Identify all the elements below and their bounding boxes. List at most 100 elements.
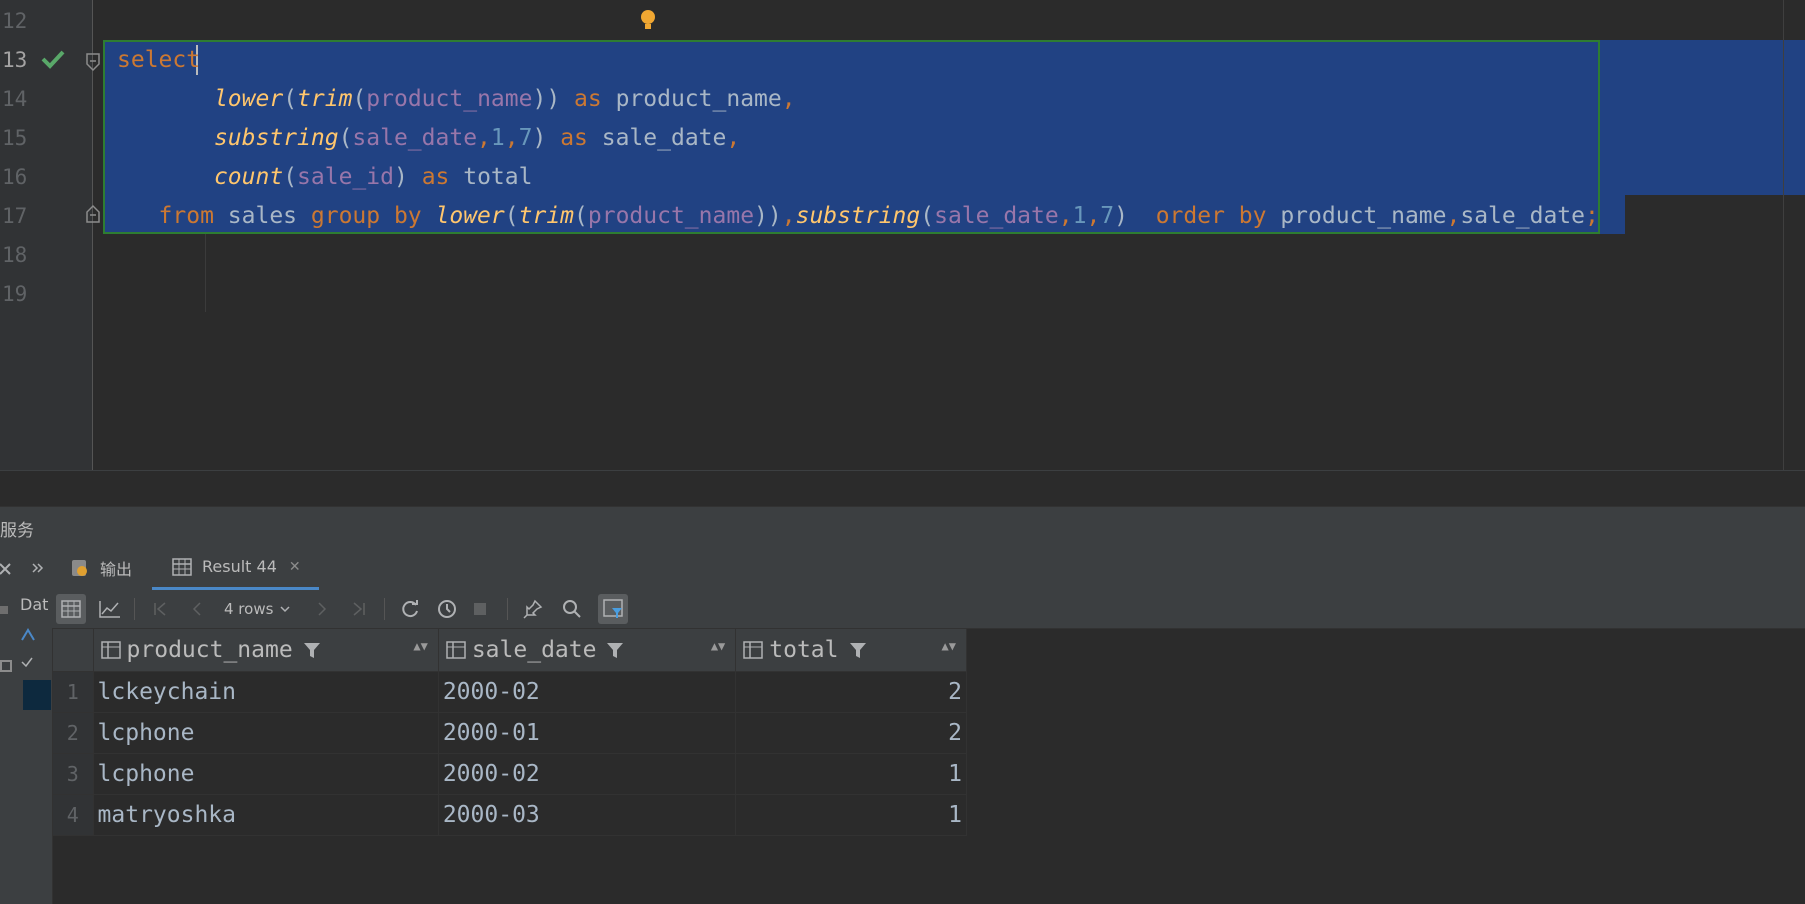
tab-result[interactable]: Result 44 ✕ [152, 546, 319, 590]
tree-node-label[interactable]: Dat [20, 595, 48, 614]
cell-sale-date[interactable]: 2000-02 [437, 671, 737, 713]
toolbar-separator [384, 598, 385, 620]
code-token: ) [1114, 203, 1156, 229]
table-view-button[interactable] [56, 594, 86, 624]
cell-total[interactable]: 1 [735, 753, 967, 795]
line-number: 12 [2, 9, 28, 33]
panel-splitter[interactable] [0, 470, 1805, 507]
cell-sale-date[interactable]: 2000-03 [437, 794, 737, 836]
cell-product-name[interactable]: lcphone [92, 712, 439, 754]
column-icon [743, 641, 764, 659]
code-token: ( [283, 86, 298, 112]
search-button[interactable] [557, 594, 587, 624]
chart-icon [99, 601, 120, 618]
first-page-button[interactable] [145, 594, 175, 624]
toolbar-separator [507, 598, 508, 620]
code-token: count [213, 164, 284, 190]
stop-icon [474, 603, 486, 615]
chevron-left-icon [192, 602, 201, 616]
code-line: from sales group by lower(trim(product_n… [117, 197, 1599, 236]
tab-output[interactable]: 输出 [70, 546, 132, 590]
check-icon [41, 50, 65, 69]
stop-button[interactable] [465, 594, 495, 624]
grid-icon [0, 660, 12, 672]
close-panel-icon[interactable] [0, 560, 14, 578]
column-icon [100, 641, 121, 659]
cell-product-name[interactable]: lcphone [92, 753, 439, 795]
tree-selected-row[interactable] [23, 680, 51, 710]
cell-sale-date[interactable]: 2000-01 [437, 712, 737, 754]
filter-icon[interactable] [606, 641, 624, 659]
services-title: 服务 [0, 521, 34, 541]
last-page-button[interactable] [344, 594, 374, 624]
cell-total[interactable]: 1 [735, 794, 967, 836]
column-header-total[interactable]: total ▲▼ [735, 628, 967, 672]
chevron-double-right-icon[interactable] [30, 560, 46, 576]
code-token: 1 [1072, 203, 1087, 229]
pin-tab-button[interactable] [518, 594, 548, 624]
column-header-label: product_name [126, 637, 293, 663]
code-token: , [504, 125, 519, 151]
first-page-icon [154, 602, 166, 616]
code-token: )) [532, 86, 575, 112]
code-token: , [781, 203, 796, 229]
refresh-button[interactable] [395, 594, 425, 624]
code-token: ( [283, 164, 298, 190]
code-token: ) [393, 164, 422, 190]
rows-count-dropdown[interactable]: 4 rows [224, 590, 291, 628]
column-header-product-name[interactable]: product_name ▲▼ [92, 628, 439, 672]
code-token: substring [213, 125, 339, 151]
clock-icon [438, 600, 456, 618]
lightbulb-icon[interactable] [638, 7, 658, 33]
rows-count-label: 4 rows [224, 600, 274, 618]
table-row[interactable]: 3 lcphone 2000-02 1 [52, 753, 967, 795]
right-margin-guide [1783, 0, 1784, 470]
close-tab-icon[interactable]: ✕ [289, 559, 301, 575]
filter-toggle-button[interactable] [598, 594, 628, 624]
previous-page-button[interactable] [182, 594, 212, 624]
sort-icon[interactable]: ▲▼ [942, 639, 956, 653]
indent-guide [205, 234, 206, 312]
filter-icon[interactable] [303, 641, 321, 659]
code-token: ) [532, 125, 561, 151]
row-number: 4 [52, 794, 94, 836]
code-token: as [421, 164, 450, 190]
column-header-sale-date[interactable]: sale_date ▲▼ [437, 628, 737, 672]
table-row[interactable]: 1 lckeychain 2000-02 2 [52, 671, 967, 713]
cell-sale-date[interactable]: 2000-02 [437, 753, 737, 795]
chart-view-button[interactable] [95, 594, 125, 624]
row-number-header [52, 628, 94, 672]
table-row[interactable]: 2 lcphone 2000-01 2 [52, 712, 967, 754]
code-token: total [449, 164, 533, 190]
code-area[interactable]: select lower(trim(product_name)) as prod… [93, 0, 1805, 470]
line-number: 18 [2, 243, 28, 267]
filter-icon[interactable] [849, 641, 867, 659]
sort-icon[interactable]: ▲▼ [413, 639, 427, 653]
sql-editor[interactable]: 12 13 14 15 16 17 18 19 select lower(tri… [0, 0, 1805, 470]
cell-total[interactable]: 2 [735, 712, 967, 754]
query-icon[interactable] [20, 626, 38, 642]
column-icon [446, 641, 466, 659]
code-token: lower [213, 86, 284, 112]
code-token: order by [1155, 203, 1267, 229]
next-page-button[interactable] [307, 594, 337, 624]
cell-product-name[interactable]: lckeychain [92, 671, 439, 713]
history-button[interactable] [432, 594, 462, 624]
cell-total[interactable]: 2 [735, 671, 967, 713]
result-grid[interactable]: product_name ▲▼ sale_date ▲▼ total ▲▼ 1 … [52, 628, 967, 836]
code-token: trim [518, 203, 575, 229]
code-token: , [477, 125, 491, 151]
column-header-label: total [769, 637, 839, 663]
code-token: substring [795, 203, 921, 229]
column-header-label: sale_date [471, 637, 597, 663]
filter-table-icon [603, 599, 623, 618]
grid-header-row: product_name ▲▼ sale_date ▲▼ total ▲▼ [52, 628, 967, 672]
table-row[interactable]: 4 matryoshka 2000-03 1 [52, 794, 967, 836]
refresh-icon [402, 600, 418, 618]
code-token: 7 [1100, 203, 1115, 229]
cell-product-name[interactable]: matryoshka [92, 794, 439, 836]
code-token: 7 [518, 125, 533, 151]
sort-icon[interactable]: ▲▼ [711, 639, 725, 653]
code-token: group by [310, 203, 422, 229]
